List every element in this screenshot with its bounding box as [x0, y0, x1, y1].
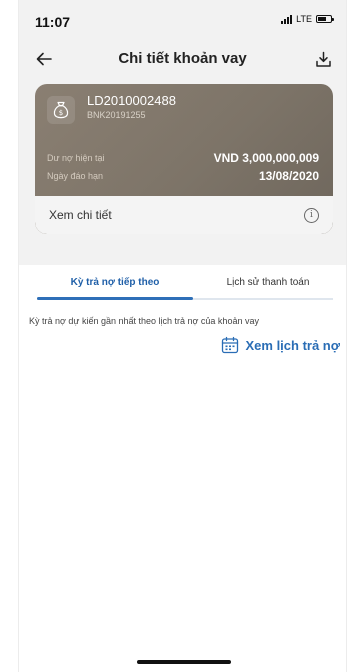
download-button[interactable]: [310, 46, 336, 72]
tab-active-indicator: [37, 297, 193, 300]
page-title: Chi tiết khoản vay: [118, 50, 247, 67]
due-date-label: Ngày đáo hạn: [47, 171, 104, 181]
view-detail-link[interactable]: Xem chi tiết: [49, 208, 112, 222]
loan-code: LD2010002488: [87, 93, 176, 108]
tab-payment-history[interactable]: Lịch sử thanh toán: [193, 270, 343, 296]
tab-bar: Kỳ trả nợ tiếp theo Lịch sử thanh toán: [19, 270, 346, 310]
svg-text:$: $: [59, 109, 63, 117]
contract-code: BNK20191255: [87, 110, 146, 120]
due-date-value: 13/08/2020: [258, 169, 319, 183]
status-bar: 11:07 LTE: [19, 0, 346, 40]
next-payment-description: Kỳ trả nợ dự kiến gần nhất theo lịch trả…: [29, 316, 259, 326]
view-detail-row[interactable]: Xem chi tiết i: [35, 196, 333, 234]
download-icon: [315, 51, 331, 67]
status-time: 11:07: [35, 14, 71, 30]
home-indicator[interactable]: [137, 660, 231, 664]
money-bag-icon: $: [47, 96, 75, 124]
tab-next-payment[interactable]: Kỳ trả nợ tiếp theo: [37, 270, 193, 296]
battery-icon: [316, 15, 334, 23]
status-indicators: LTE: [281, 14, 334, 24]
info-icon[interactable]: i: [304, 207, 319, 223]
phone-screen: 11:07 LTE Chi tiết khoản vay $ LD2010002…: [18, 0, 347, 672]
header: Chi tiết khoản vay: [19, 44, 346, 76]
view-schedule-button[interactable]: Xem lịch trả nợ: [221, 336, 341, 354]
loan-card: $ LD2010002488 BNK20191255 Dư nợ hiện tạ…: [35, 84, 333, 234]
view-schedule-label[interactable]: Xem lịch trả nợ: [246, 338, 341, 353]
signal-icon: [281, 14, 293, 24]
network-type: LTE: [296, 14, 312, 24]
outstanding-label: Dư nợ hiện tại: [47, 153, 105, 163]
outstanding-value: VND 3,000,000,009: [213, 151, 319, 165]
calendar-icon: [221, 336, 238, 354]
